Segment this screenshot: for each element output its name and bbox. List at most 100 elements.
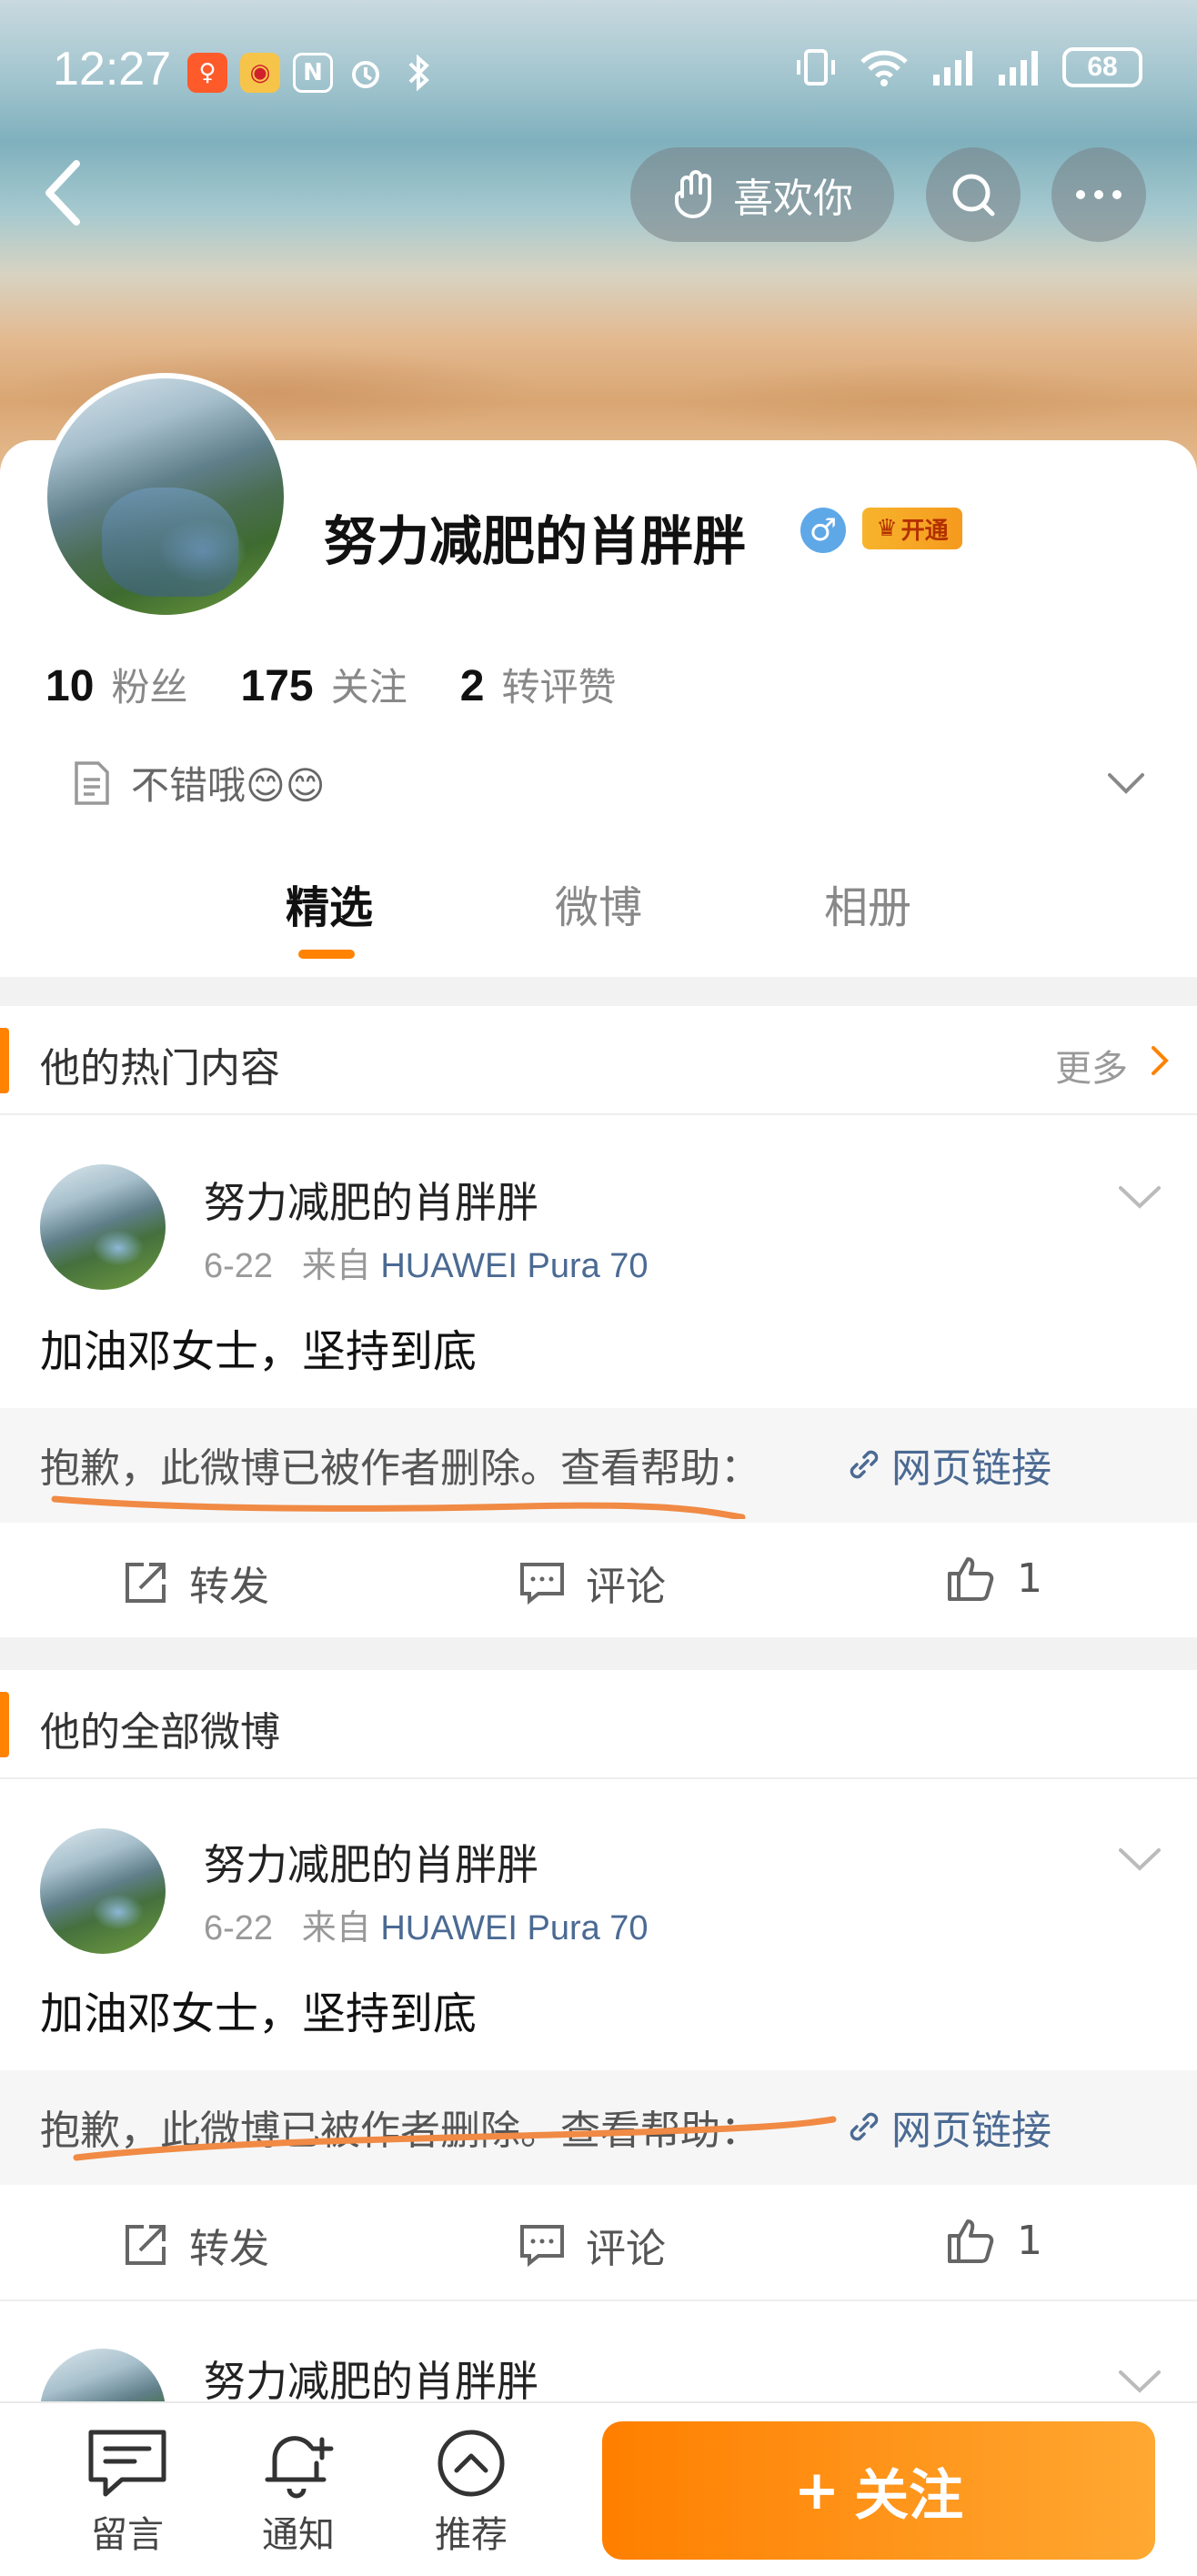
message-button[interactable]: 留言	[73, 2427, 182, 2558]
tab-featured[interactable]: 精选	[286, 871, 373, 935]
orange-underline-mark	[73, 2116, 837, 2161]
bio-row[interactable]: 不错哦😊😊	[71, 755, 326, 810]
notify-button[interactable]: 通知	[244, 2427, 353, 2558]
comment-button[interactable]: 评论	[518, 2216, 666, 2274]
web-link[interactable]: 网页链接	[844, 2098, 1051, 2156]
chevron-down-icon[interactable]	[1115, 2367, 1164, 2396]
more-link[interactable]: 更多	[1055, 1039, 1128, 1092]
section-title: 他的全部微博	[40, 1709, 280, 1756]
like-you-label: 喜欢你	[733, 176, 853, 222]
post-card[interactable]: 努力减肥的肖胖胖 6-22 来自 HUAWEI Pura 70 加油邓女士，坚持…	[0, 1117, 1197, 1408]
bell-plus-icon	[265, 2436, 334, 2499]
post-date: 6-22	[204, 1909, 274, 1947]
avatar[interactable]	[42, 373, 289, 620]
like-you-button[interactable]: 喜欢你	[630, 147, 894, 242]
web-link[interactable]: 网页链接	[844, 1435, 1051, 1494]
stat-number: 10	[45, 662, 95, 710]
post-actions: 转发 评论 1	[0, 1523, 1197, 1637]
all-posts-header: 他的全部微博	[0, 1670, 1197, 1779]
search-button[interactable]	[926, 147, 1021, 242]
stat-interactions[interactable]: 2 转评赞	[460, 657, 617, 712]
comment-label: 评论	[586, 2226, 666, 2272]
profile-name: 努力减肥的肖胖胖	[324, 510, 747, 572]
post-meta: 6-22 来自 HUAWEI Pura 70	[204, 1237, 649, 1287]
comment-button[interactable]: 评论	[518, 1554, 666, 1612]
vip-label: 开通	[900, 517, 949, 545]
recommend-button[interactable]: 推荐	[417, 2427, 526, 2558]
weibo-notification-icon: ◉	[240, 53, 280, 93]
like-button[interactable]: 1	[946, 2216, 1042, 2265]
post-card[interactable]: 努力减肥的肖胖胖	[0, 2299, 1197, 2401]
profile-stats: 10 粉丝 175 关注 2 转评赞	[45, 657, 617, 712]
repost-icon	[126, 1563, 166, 1603]
notify-label: 通知	[262, 2514, 335, 2556]
comment-icon	[520, 1563, 564, 1605]
stat-label: 关注	[330, 665, 407, 709]
bio-text: 不错哦😊😊	[131, 763, 326, 808]
back-icon	[45, 160, 80, 226]
thumbs-up-icon	[948, 1557, 994, 1601]
post-source[interactable]: HUAWEI Pura 70	[380, 1909, 648, 1947]
post-text: 加油邓女士，坚持到底	[40, 1326, 478, 1377]
post-author[interactable]: 努力减肥的肖胖胖	[204, 1170, 538, 1230]
web-link-label: 网页链接	[891, 2108, 1051, 2154]
vibrate-icon	[797, 49, 835, 86]
status-time: 12:27	[53, 43, 172, 96]
post-date: 6-22	[204, 1247, 274, 1285]
tab-weibo[interactable]: 微博	[555, 871, 642, 935]
vip-open-badge[interactable]: ♛ 开通	[862, 508, 962, 549]
stat-label: 转评赞	[501, 665, 617, 709]
more-icon	[1076, 190, 1122, 199]
chevron-down-icon[interactable]	[1104, 770, 1148, 797]
stat-fans[interactable]: 10 粉丝	[45, 657, 188, 712]
post-source-prefix: 来自	[301, 1247, 371, 1285]
orange-underline-mark	[51, 1495, 746, 1519]
like-count: 1	[1017, 2217, 1042, 2264]
repost-button[interactable]: 转发	[122, 2216, 269, 2274]
repost-icon	[126, 2225, 166, 2265]
chevron-down-icon[interactable]	[1115, 1182, 1164, 1212]
post-avatar[interactable]	[40, 1828, 166, 1954]
stat-following[interactable]: 175 关注	[241, 657, 407, 712]
section-accent-bar	[0, 1692, 9, 1757]
alarm-icon	[346, 53, 386, 93]
notification-icons: ♀ ◉ N	[187, 53, 438, 93]
stat-label: 粉丝	[111, 665, 188, 709]
like-button[interactable]: 1	[946, 1554, 1042, 1603]
post-source[interactable]: HUAWEI Pura 70	[380, 1247, 648, 1285]
post-card[interactable]: 努力减肥的肖胖胖 6-22 来自 HUAWEI Pura 70 加油邓女士，坚持…	[0, 1779, 1197, 2070]
tab-album[interactable]: 相册	[824, 871, 911, 935]
plus-icon: +	[793, 2459, 840, 2522]
post-text: 加油邓女士，坚持到底	[40, 1988, 478, 2039]
deleted-repost-box[interactable]: 抱歉，此微博已被作者删除。查看帮助： 网页链接	[0, 2070, 1197, 2185]
repost-button[interactable]: 转发	[122, 1554, 269, 1612]
deleted-repost-box[interactable]: 抱歉，此微博已被作者删除。查看帮助： 网页链接	[0, 1408, 1197, 1523]
chevron-down-icon[interactable]	[1115, 1845, 1164, 1874]
app-notification-icon: ♀	[187, 53, 227, 93]
follow-button[interactable]: + 关注	[602, 2421, 1155, 2560]
back-button[interactable]	[36, 156, 91, 229]
follow-label: 关注	[854, 2463, 964, 2528]
status-bar: 12:27 ♀ ◉ N 68	[0, 0, 1197, 146]
stat-number: 2	[459, 662, 485, 710]
post-author[interactable]: 努力减肥的肖胖胖	[204, 2349, 538, 2401]
battery-indicator: 68	[1062, 47, 1142, 87]
post-avatar[interactable]	[40, 1164, 166, 1290]
search-icon	[952, 174, 995, 216]
chevron-right-icon[interactable]	[1148, 1042, 1172, 1079]
wifi-icon	[860, 50, 908, 86]
bluetooth-icon	[398, 53, 438, 93]
more-button[interactable]	[1051, 147, 1146, 242]
male-icon: ♂	[800, 508, 846, 553]
thumbs-up-icon	[948, 2219, 994, 2263]
post-author[interactable]: 努力减肥的肖胖胖	[204, 1832, 538, 1892]
like-count: 1	[1017, 1555, 1042, 1602]
stat-number: 175	[240, 662, 314, 710]
section-divider	[0, 1637, 1197, 1670]
comment-icon	[520, 2225, 564, 2268]
repost-label: 转发	[189, 2226, 269, 2272]
hot-content-header: 他的热门内容 更多	[0, 1006, 1197, 1115]
section-title: 他的热门内容	[40, 1045, 280, 1092]
system-icons: 68	[795, 47, 1142, 87]
post-avatar[interactable]	[40, 2349, 166, 2401]
